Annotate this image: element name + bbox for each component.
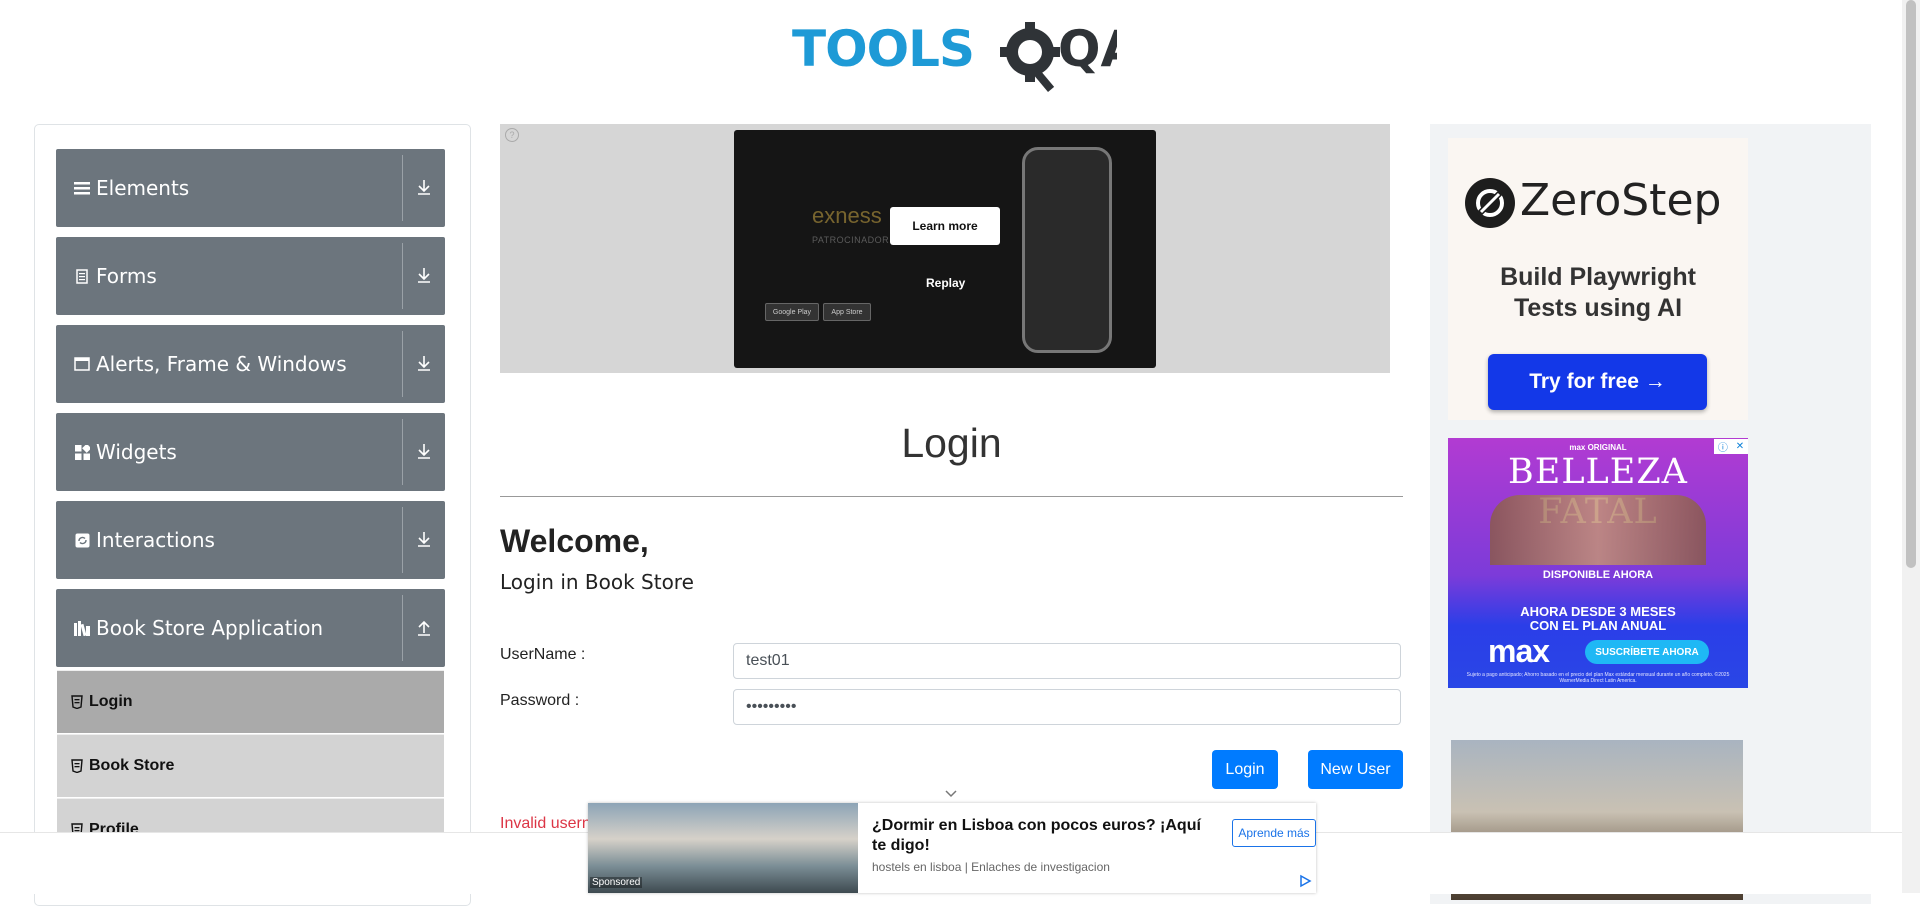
username-input[interactable]: test01 <box>733 643 1401 679</box>
max-original-label: max ORIGINAL <box>1569 443 1627 452</box>
login-button[interactable]: Login <box>1212 750 1278 789</box>
download-arrow-icon[interactable] <box>413 528 435 550</box>
sidebar-group-forms[interactable]: Forms <box>56 237 445 315</box>
chevron-down-icon[interactable] <box>944 787 958 801</box>
sidebar-group-widgets[interactable]: Widgets <box>56 413 445 491</box>
password-label: Password : <box>500 692 580 709</box>
sidebar-group-label: Forms <box>96 264 157 288</box>
zerostep-subtitle-line1: Build Playwright <box>1500 263 1696 291</box>
books-icon <box>74 620 90 636</box>
sidebar-group-label: Interactions <box>96 528 215 552</box>
welcome-heading: Welcome, <box>500 523 649 559</box>
logo-gear-icon <box>1000 22 1060 92</box>
download-arrow-icon[interactable] <box>413 440 435 462</box>
logo-qa-text: QA <box>1058 20 1117 78</box>
sidebar-item-book-store[interactable]: Book Store <box>57 734 444 797</box>
download-arrow-icon[interactable] <box>413 176 435 198</box>
zerostep-subtitle: Build Playwright Tests using AI <box>1448 262 1748 324</box>
sponsored-label: Sponsored <box>590 877 643 888</box>
sidebar-item-label: Login <box>89 693 133 710</box>
divider <box>402 243 403 309</box>
try-for-free-button[interactable]: Try for free → <box>1488 354 1707 410</box>
download-arrow-icon[interactable] <box>413 264 435 286</box>
sidebar-group-label: Alerts, Frame & Windows <box>96 352 347 376</box>
ad-phone-image <box>1022 147 1112 353</box>
widgets-grid-icon <box>74 444 90 460</box>
scrollbar-thumb[interactable] <box>1906 0 1916 568</box>
html-file-icon <box>71 695 83 710</box>
ad-learn-more-button[interactable]: Learn more <box>890 207 1000 245</box>
error-message: Invalid usern <box>500 815 591 832</box>
divider <box>402 595 403 661</box>
document-icon <box>74 268 90 284</box>
zerostep-subtitle-line2: Tests using AI <box>1513 294 1683 322</box>
sidebar-group-book-store[interactable]: Book Store Application <box>56 589 445 667</box>
sidebar-group-label: Elements <box>96 176 190 200</box>
logo-tools-text: TOOLS <box>792 20 974 78</box>
sidebar-group-elements[interactable]: Elements <box>56 149 445 227</box>
divider <box>500 496 1403 497</box>
sidebar-group-label: Widgets <box>96 440 177 464</box>
sponsored-title[interactable]: ¿Dormir en Lisboa con pocos euros? ¡Aquí… <box>872 816 1207 856</box>
max-available-text: DISPONIBLE AHORA <box>1542 569 1654 581</box>
google-play-badge[interactable]: Google Play <box>765 303 819 321</box>
sidebar-item-label: Book Store <box>89 757 175 774</box>
divider <box>402 419 403 485</box>
zerostep-title: ZeroStep <box>1520 175 1722 226</box>
app-store-badge[interactable]: App Store <box>823 303 871 321</box>
divider <box>402 331 403 397</box>
max-fine-print: Sujeto a pago anticipado; Ahorro basado … <box>1466 672 1730 684</box>
max-offer: AHORA DESDE 3 MESES CON EL PLAN ANUAL <box>1448 605 1748 633</box>
html-file-icon <box>71 759 83 774</box>
divider <box>402 155 403 221</box>
password-input[interactable]: ••••••••• <box>733 689 1401 725</box>
username-label: UserName : <box>500 646 586 663</box>
sidebar-group-interactions[interactable]: Interactions <box>56 501 445 579</box>
max-cast-image <box>1490 495 1706 565</box>
page-title: Login <box>901 420 1002 466</box>
login-subheading: Login in Book Store <box>500 570 694 594</box>
ad-replay-button[interactable]: Replay <box>926 276 965 290</box>
max-subscribe-button[interactable]: SUSCRÍBETE AHORA <box>1585 640 1709 664</box>
sponsored-source: hostels en lisboa | Enlaches de investig… <box>872 860 1110 874</box>
window-icon <box>74 356 90 372</box>
max-offer-line2: CON EL PLAN ANUAL <box>1529 618 1667 633</box>
new-user-button[interactable]: New User <box>1308 750 1403 789</box>
sidebar-group-label: Book Store Application <box>96 616 324 640</box>
max-logo: max <box>1488 633 1550 669</box>
ad-info-icon[interactable]: ? <box>505 128 519 142</box>
toolsqa-logo[interactable]: TOOLS QA <box>792 14 1140 92</box>
download-arrow-icon[interactable] <box>413 352 435 374</box>
divider <box>402 507 403 573</box>
sidebar-group-alerts[interactable]: Alerts, Frame & Windows <box>56 325 445 403</box>
interactions-icon <box>74 532 90 548</box>
hamburger-icon <box>74 180 90 196</box>
aprende-mas-button[interactable]: Aprende más <box>1232 819 1316 847</box>
zerostep-logo-icon <box>1464 177 1516 229</box>
ad-brand: exness <box>812 203 882 228</box>
upload-arrow-icon[interactable] <box>413 616 435 638</box>
adchoices-icon[interactable] <box>1298 874 1312 888</box>
max-offer-line1: AHORA DESDE 3 MESES <box>1520 604 1676 619</box>
sidebar-item-login[interactable]: Login <box>57 670 444 733</box>
